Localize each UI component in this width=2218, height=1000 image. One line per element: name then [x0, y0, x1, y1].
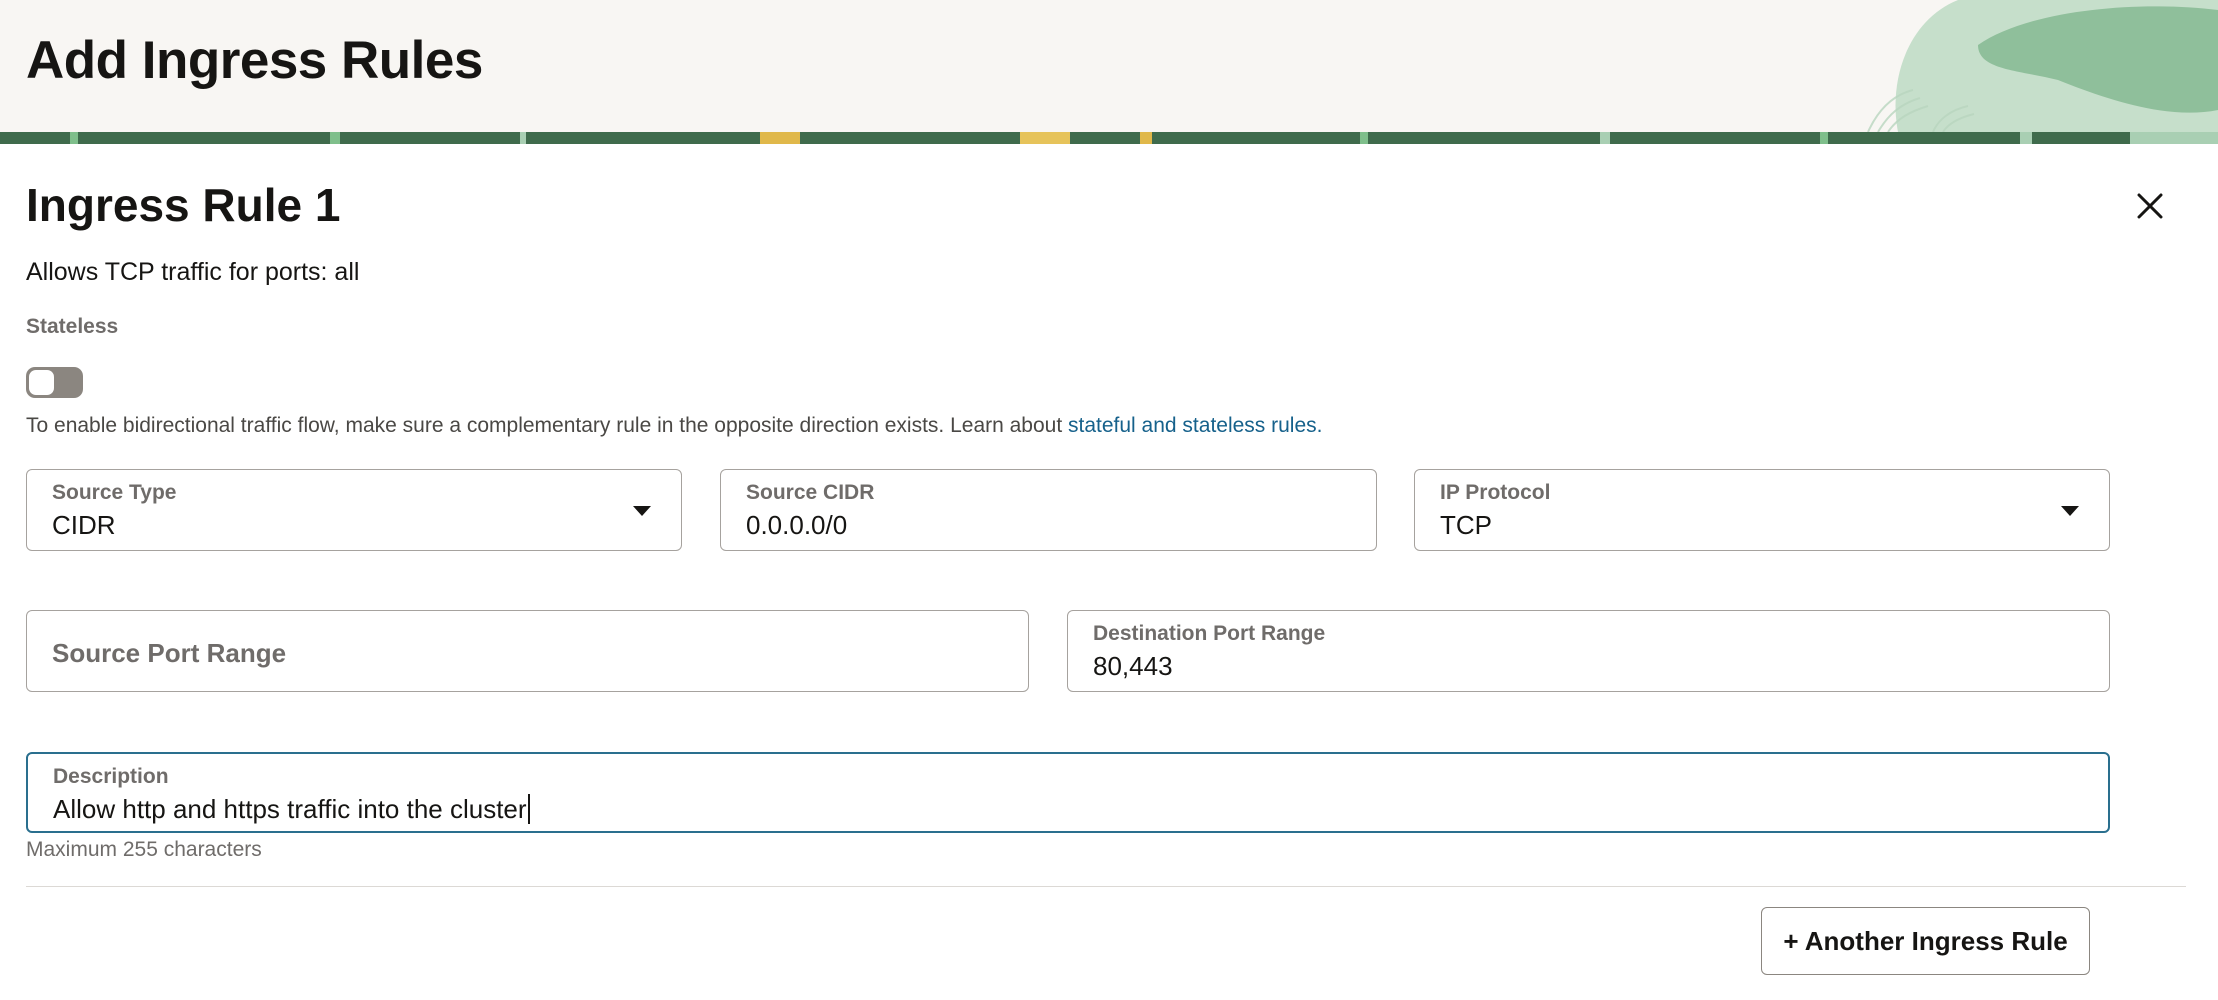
destination-port-range-input[interactable]: Destination Port Range 80,443: [1067, 610, 2110, 692]
source-cidr-value: 0.0.0.0/0: [746, 510, 848, 540]
header-decoration: [1838, 0, 2218, 132]
chevron-down-icon: [2061, 506, 2079, 516]
rule-title: Ingress Rule 1: [26, 179, 341, 231]
source-type-value: CIDR: [52, 510, 116, 540]
chevron-down-icon: [633, 506, 651, 516]
divider: [26, 886, 2186, 887]
stateless-help-text: To enable bidirectional traffic flow, ma…: [26, 414, 1323, 438]
description-input[interactable]: Description Allow http and https traffic…: [26, 752, 2110, 833]
description-value: Allow http and https traffic into the cl…: [53, 794, 527, 824]
description-value-wrap: Allow http and https traffic into the cl…: [53, 794, 530, 825]
source-type-select[interactable]: Source Type CIDR: [26, 469, 682, 551]
decorative-band: [0, 132, 2218, 144]
stateful-stateless-rules-link[interactable]: stateful and stateless rules.: [1068, 414, 1322, 437]
add-another-ingress-rule-button[interactable]: + Another Ingress Rule: [1761, 907, 2090, 975]
ip-protocol-value: TCP: [1440, 510, 1492, 540]
source-port-range-placeholder: Source Port Range: [52, 638, 287, 668]
text-cursor: [527, 794, 530, 824]
stateless-label: Stateless: [26, 315, 119, 338]
close-button[interactable]: [2130, 186, 2170, 226]
destination-port-range-value: 80,443: [1093, 651, 1173, 681]
description-label: Description: [53, 765, 169, 788]
close-icon: [2137, 193, 2163, 219]
page-title: Add Ingress Rules: [26, 31, 483, 90]
ip-protocol-select[interactable]: IP Protocol TCP: [1414, 469, 2110, 551]
help-text: To enable bidirectional traffic flow, ma…: [26, 414, 1069, 437]
destination-port-range-label: Destination Port Range: [1093, 622, 1326, 645]
source-type-label: Source Type: [52, 481, 177, 504]
toggle-knob: [29, 370, 54, 395]
description-hint: Maximum 255 characters: [26, 838, 262, 861]
source-cidr-input[interactable]: Source CIDR 0.0.0.0/0: [720, 469, 1377, 551]
ip-protocol-label: IP Protocol: [1440, 481, 1551, 504]
rule-summary: Allows TCP traffic for ports: all: [26, 258, 360, 286]
page-header: Add Ingress Rules: [0, 0, 2218, 132]
source-cidr-label: Source CIDR: [746, 481, 875, 504]
source-port-range-input[interactable]: Source Port Range: [26, 610, 1029, 692]
stateless-toggle[interactable]: [26, 367, 83, 398]
